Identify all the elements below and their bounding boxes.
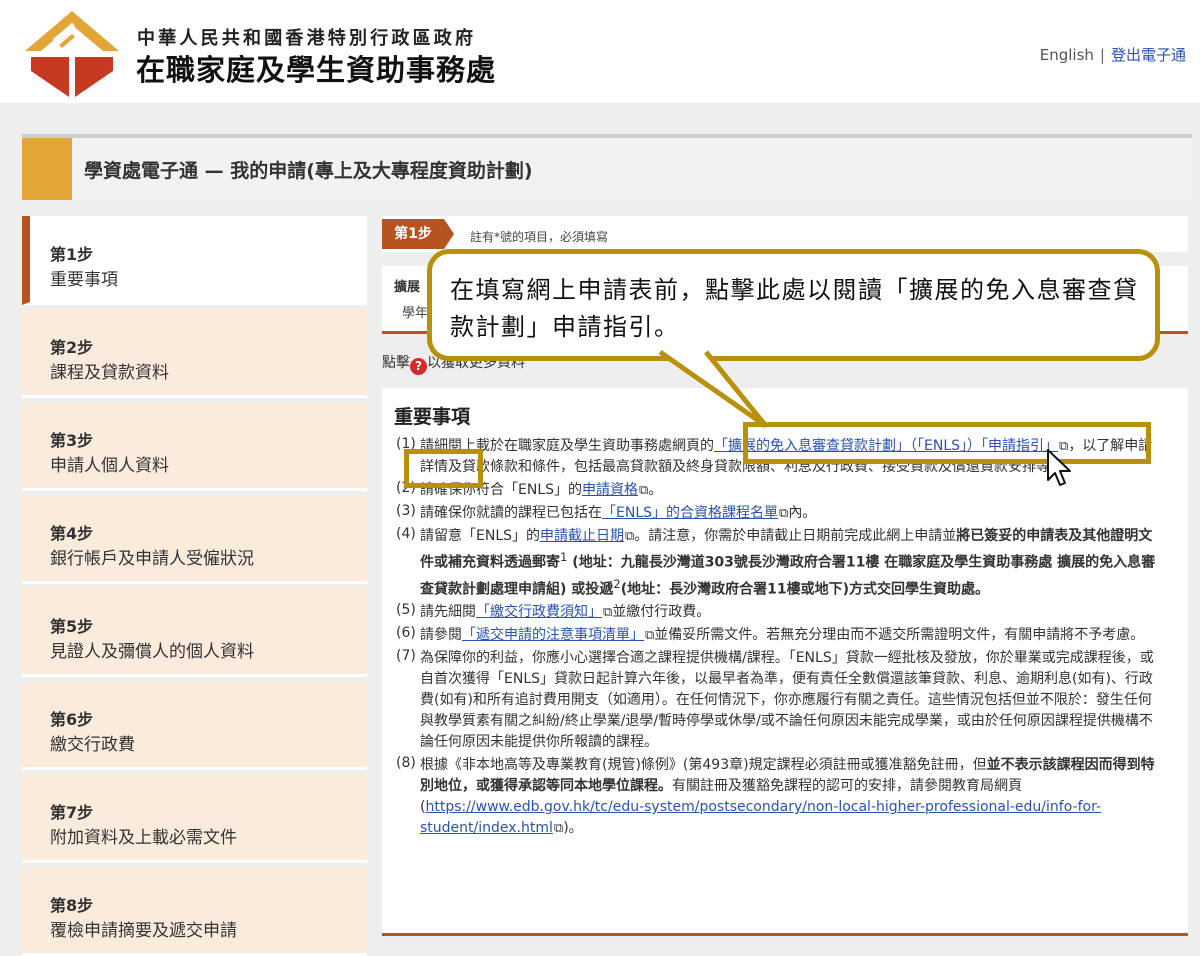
- notice-text: )。: [563, 820, 583, 837]
- page-title-bar: 學資處電子通 — 我的申請(專上及大專程度資助計劃): [22, 134, 1192, 200]
- notice-number: (8): [396, 755, 416, 772]
- notice-text: 請留意「ENLS」的: [420, 528, 541, 544]
- title-accent: [22, 138, 72, 200]
- sidebar-step-4[interactable]: 第4步 銀行帳戶及申請人受僱狀況: [22, 495, 367, 584]
- instruction-callout: 在填寫網上申請表前，點擊此處以閱讀「擴展的免入息審查貸款計劃」申請指引。: [427, 249, 1160, 361]
- step-label: 重要事項: [50, 270, 118, 290]
- step-number: 第2步: [50, 338, 94, 357]
- external-link-icon: ⧉: [639, 483, 649, 498]
- highlight-guide-link-end: [404, 449, 483, 488]
- section-title: 重要事項: [394, 406, 471, 428]
- help-text-a: 點擊: [382, 355, 410, 371]
- sidebar-step-3[interactable]: 第3步 申請人個人資料: [22, 402, 367, 491]
- logout-link[interactable]: 登出電子通: [1111, 46, 1186, 64]
- callout-pointer: [658, 350, 768, 429]
- checklist-link[interactable]: 「遞交申請的注意事項清單」: [462, 627, 644, 643]
- step-number: 第5步: [50, 617, 94, 636]
- eligibility-link[interactable]: 申請資格: [582, 482, 638, 498]
- sidebar-step-8[interactable]: 第8步 覆檢申請摘要及遞交申請: [22, 867, 367, 956]
- current-step-badge: 第1步: [382, 219, 454, 249]
- notice-number: (7): [396, 648, 416, 665]
- notice-list: (1) 請細閱上載於在職家庭及學生資助事務處網頁的「擴展的免入息審查貸款計劃」（…: [396, 436, 1162, 841]
- notice-text: 並備妥所需文件。若無充分理由而不遞交所需證明文件，有關申請將不予考慮。: [654, 627, 1145, 644]
- step-sidebar: 第1步 重要事項 第2步 課程及貸款資料 第3步 申請人個人資料 第4步 銀行帳…: [22, 216, 367, 956]
- step-label: 見證人及彌償人的個人資料: [50, 642, 254, 662]
- step-number: 第7步: [50, 803, 94, 822]
- external-link-icon: ⧉: [603, 605, 613, 621]
- notice-item-5: (5) 請先細閱「繳交行政費須知」⧉並繳付行政費。: [396, 602, 1162, 623]
- notice-number: (6): [396, 625, 416, 642]
- step-header: 第1步 註有*號的項目，必須填寫: [382, 216, 1188, 252]
- step-label: 附加資料及上載必需文件: [50, 828, 237, 848]
- top-links: English | 登出電子通: [1040, 44, 1186, 65]
- notice-number: (4): [396, 526, 416, 542]
- notice-item-3: (3) 請確保你就讀的課程已包括在「ENLS」的合資格課程名單⧉內。: [396, 503, 1162, 524]
- language-link[interactable]: English: [1040, 46, 1094, 64]
- highlight-guide-link: [743, 422, 1151, 464]
- external-link-icon: ⧉: [625, 529, 635, 544]
- step-label: 申請人個人資料: [50, 456, 169, 476]
- callout-text: 在填寫網上申請表前，點擊此處以閱讀「擴展的免入息審查貸款計劃」申請指引。: [450, 276, 1139, 341]
- notice-text: 並繳付行政費。: [612, 604, 711, 621]
- academic-year-label: 學年: [402, 306, 429, 321]
- step-label: 銀行帳戶及申請人受僱狀況: [50, 549, 254, 569]
- notice-item-6: (6) 請參閱「遞交申請的注意事項清單」⧉並備妥所需文件。若無充分理由而不遞交所…: [396, 625, 1162, 646]
- eligible-courses-link[interactable]: 「ENLS」的合資格課程名單: [602, 505, 778, 521]
- footnote-marker: 2: [613, 576, 621, 591]
- notice-text: 請先細閱: [420, 604, 476, 621]
- page-title: 學資處電子通 — 我的申請(專上及大專程度資助計劃): [84, 160, 533, 182]
- step-number: 第4步: [50, 524, 94, 543]
- help-question-icon[interactable]: ?: [410, 358, 427, 375]
- sidebar-step-7[interactable]: 第7步 附加資料及上載必需文件: [22, 774, 367, 863]
- external-link-icon: ⧉: [779, 506, 789, 521]
- step-number: 第6步: [50, 710, 94, 729]
- step-number: 第3步: [50, 431, 94, 450]
- dept-name-line2: 在職家庭及學生資助事務處: [136, 53, 497, 87]
- notice-text: 為保障你的利益，你應小心選擇合適之課程提供機構/課程。「ENLS」貸款一經批核及…: [420, 650, 1154, 751]
- mouse-cursor-icon: [1047, 449, 1071, 486]
- step-number: 第1步: [50, 245, 94, 264]
- step-number: 第8步: [50, 896, 94, 915]
- notice-text: 根據《非本地高等及專業教育(規管)條例》(第493章)規定課程必須註冊或獲准豁免…: [420, 757, 987, 774]
- notice-text: 。: [648, 482, 663, 498]
- admin-fee-link[interactable]: 「繳交行政費須知」: [476, 604, 602, 620]
- notice-item-4: (4) 請留意「ENLS」的申請截止日期⧉。請注意，你需於申請截止日期前完成此網…: [396, 526, 1162, 600]
- step-label: 覆檢申請摘要及遞交申請: [50, 921, 237, 941]
- edb-url-link[interactable]: https://www.edb.gov.hk/tc/edu-system/pos…: [420, 799, 1101, 836]
- notice-text: 請參閱: [420, 627, 462, 644]
- sidebar-step-2[interactable]: 第2步 課程及貸款資料: [22, 309, 367, 398]
- notice-text: 。請注意，你需於申請截止日期前完成此網上申請並: [634, 528, 957, 544]
- step-label: 繳交行政費: [50, 735, 135, 755]
- deadline-link[interactable]: 申請截止日期: [540, 528, 624, 544]
- external-link-icon: ⧉: [553, 821, 564, 837]
- notice-item-8: (8) 根據《非本地高等及專業教育(規管)條例》(第493章)規定課程必須註冊或…: [396, 755, 1162, 839]
- notice-number: (3): [396, 503, 416, 519]
- notice-text: 請確保你就讀的課程已包括在: [420, 505, 602, 521]
- sidebar-step-1[interactable]: 第1步 重要事項: [22, 216, 367, 305]
- notice-item-7: (7) 為保障你的利益，你應小心選擇合適之課程提供機構/課程。「ENLS」貸款一…: [396, 648, 1162, 753]
- step-label: 課程及貸款資料: [50, 363, 169, 383]
- wfsfaa-logo-icon[interactable]: [23, 9, 121, 99]
- sidebar-step-6[interactable]: 第6步 繳交行政費: [22, 681, 367, 770]
- notice-number: (5): [396, 602, 416, 619]
- required-note: 註有*號的項目，必須填寫: [470, 230, 609, 244]
- scheme-label: 擴展: [394, 280, 421, 295]
- link-separator: |: [1099, 46, 1105, 64]
- notice-text: 內。: [788, 505, 817, 521]
- notice-bold-text: (地址：長沙灣政府合署11樓或地下)方式交回學生資助處。: [620, 581, 989, 598]
- site-header: 中華人民共和國香港特別行政區政府 在職家庭及學生資助事務處 English | 登出…: [0, 0, 1200, 103]
- external-link-icon: ⧉: [645, 628, 655, 644]
- sidebar-step-5[interactable]: 第5步 見證人及彌償人的個人資料: [22, 588, 367, 677]
